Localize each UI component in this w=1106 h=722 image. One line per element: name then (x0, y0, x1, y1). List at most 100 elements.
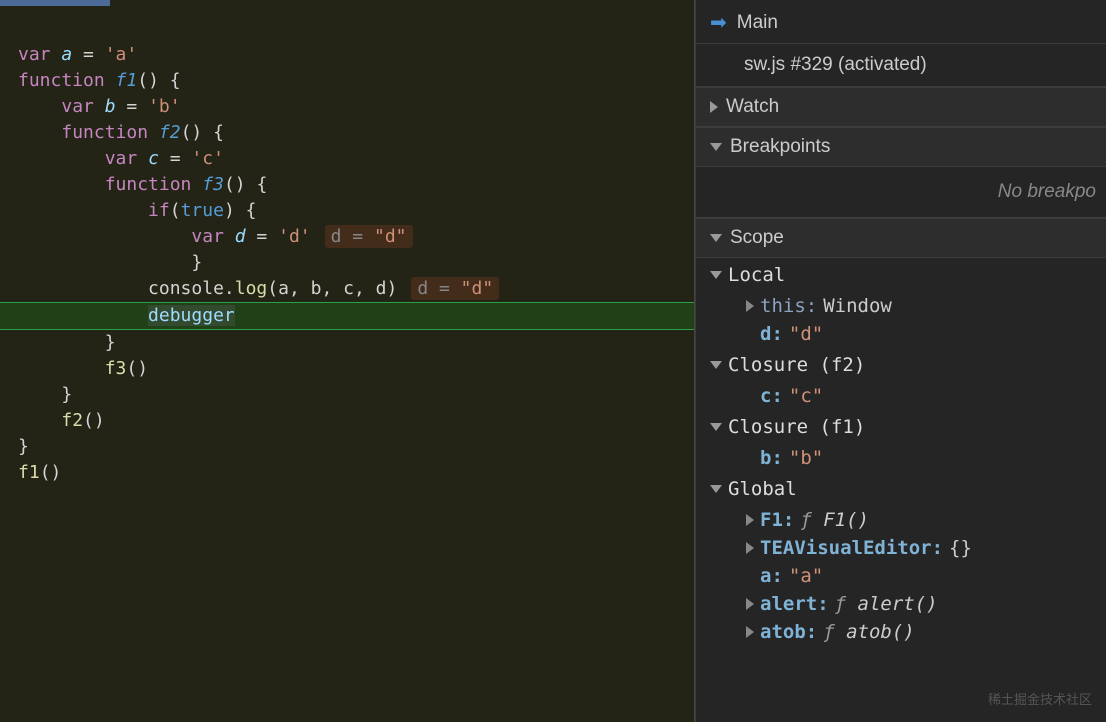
code-line[interactable]: var d = 'd'd = "d" (0, 224, 694, 250)
callstack-main-row[interactable]: ➡ Main (696, 0, 1106, 44)
inline-value-hint: d = "d" (411, 277, 499, 300)
code-line[interactable]: var c = 'c' (0, 146, 694, 172)
breakpoints-label: Breakpoints (730, 136, 830, 158)
code-token: 'c' (191, 148, 224, 169)
code-line[interactable]: function f1() { (0, 68, 694, 94)
scope-name: Closure (f2) (728, 354, 865, 376)
code-line[interactable]: function f3() { (0, 172, 694, 198)
code-token: var (61, 96, 104, 117)
code-token: f3 (105, 358, 127, 379)
code-line[interactable]: } (0, 330, 694, 356)
inline-value-hint: d = "d" (325, 225, 413, 248)
variable-name: a: (760, 565, 783, 587)
chevron-down-icon (710, 423, 722, 431)
code-editor[interactable]: var a = 'a'function f1() { var b = 'b' f… (0, 0, 695, 722)
code-token: f1 (18, 462, 40, 483)
code-token: 'd' (278, 226, 311, 247)
variable-name: atob: (760, 621, 817, 643)
chevron-down-icon (710, 271, 722, 279)
chevron-down-icon (710, 361, 722, 369)
scope-section-header[interactable]: Scope (696, 218, 1106, 258)
variable-value: ƒ F1() (800, 509, 869, 531)
code-token: } (18, 436, 29, 457)
code-token: = (159, 148, 192, 169)
code-token: } (105, 332, 116, 353)
code-token: console (148, 278, 224, 299)
code-token: (a, b, c, d) (267, 278, 397, 299)
variable-value: ƒ alert() (835, 593, 938, 615)
scope-tree: Localthis: Windowd: "d"Closure (f2)c: "c… (696, 258, 1106, 646)
code-token: var (105, 148, 148, 169)
code-token: 'b' (148, 96, 181, 117)
scope-variable[interactable]: this: Window (696, 292, 1106, 320)
scope-name: Local (728, 264, 785, 286)
code-line[interactable]: var b = 'b' (0, 94, 694, 120)
debugger-sidebar: ➡ Main sw.js #329 (activated) Watch Brea… (695, 0, 1106, 722)
code-token: b (105, 96, 116, 117)
breakpoints-section-header[interactable]: Breakpoints (696, 127, 1106, 167)
scope-variable[interactable]: TEAVisualEditor: {} (696, 534, 1106, 562)
code-line[interactable]: f2() (0, 408, 694, 434)
code-line[interactable]: console.log(a, b, c, d) d = "d" (0, 276, 694, 302)
chevron-down-icon (710, 485, 722, 493)
variable-name: F1: (760, 509, 794, 531)
code-token: = (72, 44, 105, 65)
variable-value: {} (949, 537, 972, 559)
code-line[interactable]: f1() (0, 460, 694, 486)
variable-value: Window (823, 295, 892, 317)
code-line[interactable]: function f2() { (0, 120, 694, 146)
scope-variable[interactable]: F1: ƒ F1() (696, 506, 1106, 534)
code-line[interactable]: } (0, 382, 694, 408)
code-line[interactable]: f3() (0, 356, 694, 382)
code-token: () { (181, 122, 224, 143)
scope-group-header[interactable]: Closure (f2) (696, 348, 1106, 382)
callstack-worker-label: sw.js #329 (activated) (744, 54, 927, 75)
code-token: d (235, 226, 246, 247)
code-token: debugger (148, 305, 235, 326)
code-token: function (105, 174, 203, 195)
code-line[interactable]: } (0, 250, 694, 276)
chevron-down-icon (710, 143, 722, 151)
variable-value: ƒ atob() (823, 621, 915, 643)
scope-name: Global (728, 478, 797, 500)
callstack-main-label: Main (737, 12, 778, 34)
chevron-right-icon (746, 598, 754, 610)
variable-name: TEAVisualEditor: (760, 537, 943, 559)
scope-variable[interactable]: d: "d" (696, 320, 1106, 348)
watch-section-header[interactable]: Watch (696, 87, 1106, 127)
scope-variable[interactable]: atob: ƒ atob() (696, 618, 1106, 646)
code-line[interactable]: if(true) { (0, 198, 694, 224)
code-token: c (148, 148, 159, 169)
code-token: 'a' (105, 44, 138, 65)
scope-group-header[interactable]: Closure (f1) (696, 410, 1106, 444)
variable-name: this: (760, 295, 817, 317)
scope-variable[interactable]: alert: ƒ alert() (696, 590, 1106, 618)
code-token: () (126, 358, 148, 379)
code-token: () (83, 410, 105, 431)
scope-variable[interactable]: b: "b" (696, 444, 1106, 472)
variable-value: "c" (789, 385, 823, 407)
code-token: var (191, 226, 234, 247)
code-line[interactable]: debugger (0, 302, 694, 330)
code-token: log (235, 278, 268, 299)
current-frame-icon: ➡ (710, 10, 727, 35)
chevron-right-icon (710, 101, 718, 113)
variable-value: "b" (789, 447, 823, 469)
code-token: () (40, 462, 62, 483)
code-token: function (18, 70, 116, 91)
code-token: () { (137, 70, 180, 91)
scope-variable[interactable]: c: "c" (696, 382, 1106, 410)
scope-name: Closure (f1) (728, 416, 865, 438)
scope-group-header[interactable]: Global (696, 472, 1106, 506)
code-line[interactable]: var a = 'a' (0, 42, 694, 68)
chevron-right-icon (746, 626, 754, 638)
code-token: . (224, 278, 235, 299)
variable-name: d: (760, 323, 783, 345)
scope-variable[interactable]: a: "a" (696, 562, 1106, 590)
code-line[interactable]: } (0, 434, 694, 460)
chevron-right-icon (746, 542, 754, 554)
code-token: a (61, 44, 72, 65)
chevron-right-icon (746, 514, 754, 526)
callstack-worker-row[interactable]: sw.js #329 (activated) (696, 44, 1106, 87)
scope-group-header[interactable]: Local (696, 258, 1106, 292)
